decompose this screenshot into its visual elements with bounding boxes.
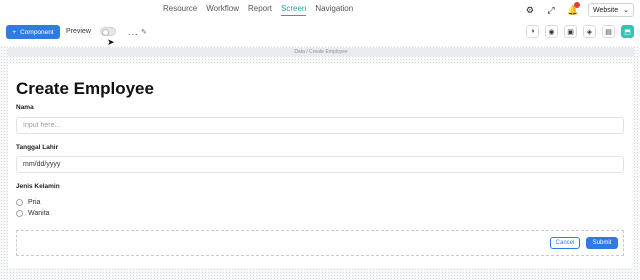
nav-workflow[interactable]: Workflow [206,4,239,16]
edit-pencil-icon[interactable]: ✎ [141,28,147,36]
more-options-button[interactable]: ... [128,27,139,37]
plus-icon: + [12,28,17,36]
radio-pria-label: Pria [28,199,41,206]
tool-icon-3[interactable]: ▣ [564,25,577,38]
save-icon[interactable]: ⬒ [621,25,634,38]
tool-icon-5[interactable]: ▤ [602,25,615,38]
nav-resource[interactable]: Resource [163,4,197,16]
tanggal-lahir-label: Tanggal Lahir [16,144,59,151]
editor-toolbar: + Component Preview ➤ ... ✎ ◑ ◉ ▣ ◈ ▤ ⬒ [0,22,640,47]
cancel-button[interactable]: Cancel [550,237,580,249]
tool-icon-1[interactable]: ◑ [526,25,539,38]
preview-label: Preview [66,28,91,35]
nav-report[interactable]: Report [248,4,272,16]
submit-button[interactable]: Submit [586,237,618,249]
notification-icon[interactable]: 🔔 [567,2,580,15]
radio-wanita[interactable]: Wanita [16,210,50,217]
nav-navigation[interactable]: Navigation [315,4,353,16]
nav-screen[interactable]: Screen [281,4,307,16]
preview-toggle[interactable] [100,27,116,36]
toolbar-right-icons: ◑ ◉ ▣ ◈ ▤ ⬒ [526,25,634,38]
radio-circle-icon [16,210,23,217]
main-nav: Resource Workflow Report Screen Navigati… [163,4,353,16]
top-nav-bar: Resource Workflow Report Screen Navigati… [0,0,640,20]
radio-pria[interactable]: Pria [16,199,40,206]
fullscreen-icon[interactable]: ⤢ [546,5,556,15]
top-right-controls: ⚙ ⤢ 🔔 Website ⌄ [525,2,634,17]
add-component-button[interactable]: + Component [6,25,60,39]
tool-icon-2[interactable]: ◉ [545,25,558,38]
radio-wanita-label: Wanita [28,210,50,217]
form-actions [16,230,624,256]
nama-label: Nama [16,104,34,111]
website-select-label: Website [592,6,619,14]
nama-input[interactable]: Input here... [16,117,624,134]
website-select[interactable]: Website ⌄ [587,3,634,17]
tool-icon-4[interactable]: ◈ [583,25,596,38]
tanggal-lahir-input[interactable]: mm/dd/yyyy [16,156,624,173]
jenis-kelamin-label: Jenis Kelamin [16,183,60,190]
add-component-label: Component [20,28,54,36]
breadcrumb: Data / Create Employee [8,48,634,56]
page-title: Create Employee [16,79,154,98]
chevron-down-icon: ⌄ [623,7,629,14]
radio-circle-icon [16,199,23,206]
notification-badge [573,2,580,8]
settings-icon[interactable]: ⚙ [525,5,535,15]
